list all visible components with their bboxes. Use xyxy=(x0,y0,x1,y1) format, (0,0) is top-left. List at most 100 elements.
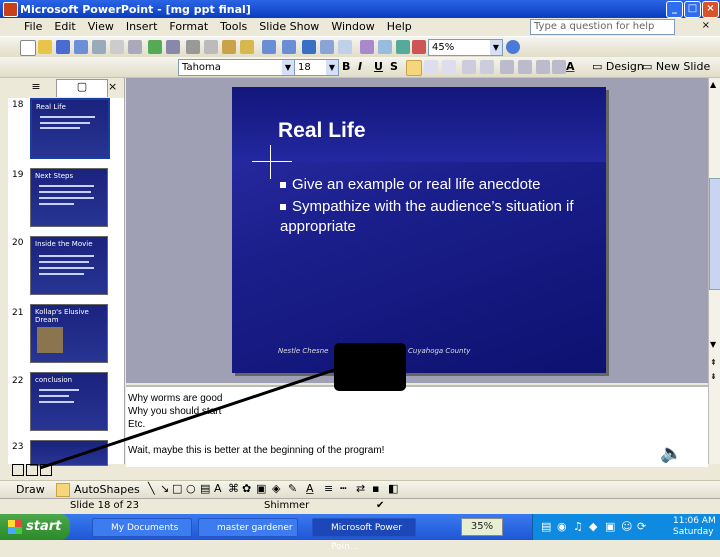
zoom-combo[interactable]: 45% ▼ xyxy=(428,39,503,56)
close-document-icon[interactable]: × xyxy=(702,20,710,31)
font-color-icon[interactable]: A xyxy=(566,60,575,73)
design-button[interactable]: ▭ Design xyxy=(592,60,644,73)
previous-slide-icon[interactable]: ⇞ xyxy=(710,358,717,367)
menu-format[interactable]: Format xyxy=(163,18,214,35)
underline-button[interactable]: U xyxy=(374,60,383,73)
task-master-gardener[interactable]: master gardener xyxy=(198,518,298,537)
insert-table-icon[interactable] xyxy=(320,40,334,54)
cut-icon[interactable] xyxy=(186,40,200,54)
autoshapes-menu[interactable]: AutoShapes xyxy=(74,483,140,496)
redo-icon[interactable] xyxy=(282,40,296,54)
update-icon[interactable]: ⟳ xyxy=(637,520,646,533)
numbering-icon[interactable] xyxy=(462,60,476,74)
increase-font-icon[interactable] xyxy=(500,60,514,74)
italic-button[interactable]: I xyxy=(358,60,362,73)
menu-help[interactable]: Help xyxy=(381,18,418,35)
decrease-font-icon[interactable] xyxy=(518,60,532,74)
tables-borders-icon[interactable] xyxy=(338,40,352,54)
menu-tools[interactable]: Tools xyxy=(214,18,253,35)
slide-thumbnail-21[interactable]: Kollap's Elusive Dream xyxy=(30,304,108,363)
paste-icon[interactable] xyxy=(222,40,236,54)
menu-slide-show[interactable]: Slide Show xyxy=(253,18,325,35)
3d-style-icon[interactable]: ◧ xyxy=(388,482,398,495)
slides-tab[interactable]: ▢ xyxy=(56,79,108,97)
menu-insert[interactable]: Insert xyxy=(120,18,164,35)
print-icon[interactable] xyxy=(110,40,124,54)
insert-chart-icon[interactable] xyxy=(302,40,316,54)
next-slide-icon[interactable]: ⇟ xyxy=(710,372,717,381)
show-formatting-icon[interactable] xyxy=(378,40,392,54)
fill-color-icon[interactable]: ◈ xyxy=(272,482,280,495)
slide-bullet-2[interactable]: Sympathize with the audience’s situation… xyxy=(280,197,580,237)
menu-view[interactable]: View xyxy=(82,18,120,35)
security-icon[interactable]: ◉ xyxy=(557,520,567,533)
close-button[interactable]: × xyxy=(702,1,719,18)
antivirus-icon[interactable]: ◆ xyxy=(589,520,597,533)
new-slide-button[interactable]: ▭ New Slide xyxy=(642,60,710,73)
vertical-scrollbar[interactable]: ▲ ▼ ⇞ ⇟ xyxy=(708,78,720,464)
permission-icon[interactable] xyxy=(74,40,88,54)
bullets-icon[interactable] xyxy=(480,60,494,74)
email-icon[interactable] xyxy=(92,40,106,54)
save-icon[interactable] xyxy=(56,40,70,54)
menu-window[interactable]: Window xyxy=(325,18,380,35)
minimize-button[interactable]: _ xyxy=(666,1,683,18)
shadow-button[interactable]: S xyxy=(390,60,398,73)
slide-thumbnail-18[interactable]: Real Life xyxy=(30,98,110,159)
undo-icon[interactable] xyxy=(262,40,276,54)
notes-pane[interactable]: Why worms are good Why you should start … xyxy=(126,385,708,467)
slide-title[interactable]: Real Life xyxy=(278,119,366,143)
scroll-up-icon[interactable]: ▲ xyxy=(710,80,716,89)
line-color-icon[interactable]: ✎ xyxy=(288,482,297,495)
font-size-combo[interactable]: 18 ▼ xyxy=(294,59,339,76)
outline-tab[interactable]: ≡ xyxy=(16,80,56,96)
task-my-documents[interactable]: My Documents xyxy=(92,518,192,537)
normal-view-icon[interactable] xyxy=(12,464,24,476)
textbox-icon[interactable]: ▤ xyxy=(200,482,210,495)
open-icon[interactable] xyxy=(38,40,52,54)
align-right-icon[interactable] xyxy=(442,60,456,74)
network-icon[interactable]: ▤ xyxy=(541,520,551,533)
copy-icon[interactable] xyxy=(204,40,218,54)
spelling-icon[interactable] xyxy=(148,40,162,54)
diagram-icon[interactable]: ⌘ xyxy=(228,482,239,495)
line-icon[interactable]: ╲ xyxy=(148,482,155,495)
bold-button[interactable]: B xyxy=(342,60,350,73)
menu-edit[interactable]: Edit xyxy=(48,18,81,35)
shadow-style-icon[interactable]: ▪ xyxy=(372,482,379,495)
wordart-icon[interactable]: A xyxy=(214,482,222,495)
menu-file[interactable]: File xyxy=(18,18,48,35)
clipart-icon[interactable]: ✿ xyxy=(242,482,251,495)
print-preview-icon[interactable] xyxy=(128,40,142,54)
scroll-down-icon[interactable]: ▼ xyxy=(710,340,716,349)
align-center-icon[interactable] xyxy=(424,60,438,74)
slide-thumbnail-19[interactable]: Next Steps xyxy=(30,168,108,227)
arrow-style-icon[interactable]: ⇄ xyxy=(356,482,365,495)
chevron-down-icon[interactable]: ▼ xyxy=(282,60,294,75)
powerpoint-app-icon[interactable] xyxy=(3,2,18,17)
slide-thumbnail-20[interactable]: Inside the Movie xyxy=(30,236,108,295)
slide-thumbnail-23[interactable] xyxy=(30,440,108,466)
new-icon[interactable] xyxy=(20,40,36,56)
rectangle-icon[interactable]: □ xyxy=(172,482,182,495)
decrease-indent-icon[interactable] xyxy=(536,60,550,74)
arrow-icon[interactable]: ↘ xyxy=(160,482,169,495)
research-icon[interactable] xyxy=(166,40,180,54)
slide-sorter-icon[interactable] xyxy=(26,464,38,476)
picture-icon[interactable]: ▣ xyxy=(256,482,266,495)
slideshow-icon[interactable] xyxy=(40,464,52,476)
chevron-down-icon[interactable]: ▼ xyxy=(326,60,338,75)
help-icon[interactable] xyxy=(506,40,520,54)
dash-style-icon[interactable]: ┅ xyxy=(340,482,347,495)
chevron-down-icon[interactable]: ▼ xyxy=(490,40,502,55)
ask-question-input[interactable]: Type a question for help xyxy=(530,19,675,35)
printer-tray-icon[interactable]: ▣ xyxy=(605,520,615,533)
align-left-icon[interactable] xyxy=(406,60,422,76)
task-powerpoint[interactable]: Microsoft Power Poin... xyxy=(312,518,416,552)
font-color-icon[interactable]: A xyxy=(306,482,314,495)
speaker-sound-icon[interactable]: 🔈 xyxy=(660,443,682,464)
line-style-icon[interactable]: ≡ xyxy=(324,482,333,495)
close-pane-icon[interactable]: × xyxy=(108,80,117,93)
grid-icon[interactable] xyxy=(396,40,410,54)
slide-thumbnail-22[interactable]: conclusion xyxy=(30,372,108,431)
